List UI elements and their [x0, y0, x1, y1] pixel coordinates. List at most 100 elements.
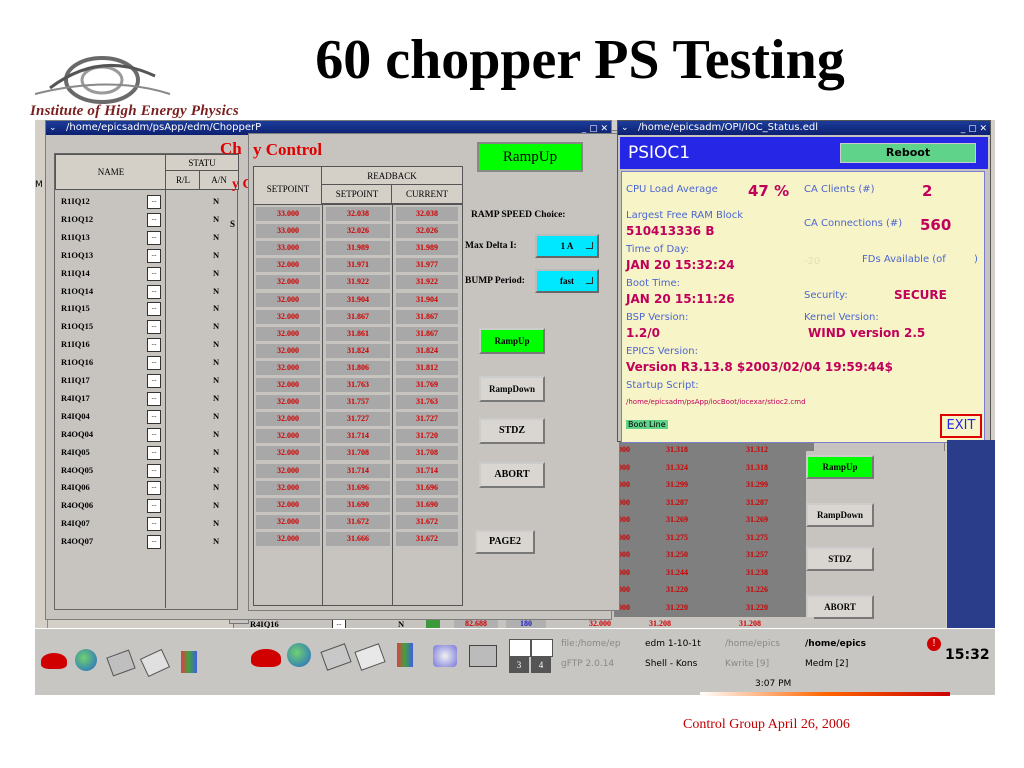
an-status: N [213, 482, 220, 493]
readback-row: 32.000 31.714 31.720 [254, 429, 462, 444]
details-button[interactable]: ... [147, 535, 161, 550]
ram-label: Largest Free RAM Block [626, 210, 744, 221]
back-row-current: 31.208 [739, 619, 761, 628]
pager-cell-4[interactable]: 4 [531, 657, 551, 673]
office-icon[interactable] [181, 651, 197, 673]
alert-icon[interactable]: ! [927, 637, 941, 651]
details-button[interactable]: ... [147, 481, 161, 496]
redhat-icon[interactable] [41, 653, 67, 669]
boot-value: JAN 20 15:11:26 [626, 292, 735, 306]
details-button[interactable]: ... [147, 499, 161, 514]
editor-icon[interactable] [139, 648, 171, 678]
fds-value: -20 [804, 256, 821, 267]
cd-icon[interactable] [433, 645, 457, 667]
editor-icon[interactable] [354, 643, 386, 671]
details-button[interactable]: ... [147, 230, 161, 245]
pager-cell-3[interactable]: 3 [509, 657, 529, 673]
ioc-window-titlebar[interactable]: /home/epicsadm/OPI/IOC_Status.edl _ ▢ ✕ [618, 121, 990, 135]
readback-setpoint-value: 31.714 [326, 429, 390, 444]
details-button[interactable]: ... [147, 195, 161, 209]
back-current-value: 31.312 [746, 445, 768, 454]
abort-button[interactable]: ABORT [479, 462, 545, 488]
back-row-value1: 82.688 [454, 619, 498, 628]
details-button[interactable]: ... [147, 248, 161, 263]
browser-globe-icon[interactable] [287, 643, 311, 667]
task-epics-window[interactable]: /home/epics [725, 639, 797, 649]
details-button[interactable]: ... [147, 338, 161, 353]
s-label-fragment: S [230, 219, 236, 229]
an-status: N [213, 231, 220, 242]
bsp-value: 1.2/0 [626, 326, 660, 340]
window-menu-icon[interactable]: ⌄ [49, 122, 57, 133]
exit-button[interactable]: EXIT [940, 414, 982, 438]
readback-setpoint-value: 31.922 [326, 275, 390, 290]
task-shell[interactable]: Shell - Kons [645, 659, 717, 669]
details-button[interactable]: ... [147, 391, 161, 406]
ps-name: R1IQ16 [61, 339, 90, 350]
boot-line-button[interactable]: Boot Line [626, 420, 668, 429]
rb-current-header: CURRENT [391, 184, 463, 204]
window-controls[interactable]: _ ▢ ✕ [961, 122, 987, 136]
details-button[interactable]: ... [147, 356, 161, 371]
ps-name: R1IQ15 [61, 303, 90, 314]
back-rampup-button[interactable]: RampUp [806, 455, 874, 479]
task-kwrite[interactable]: Kwrite [9] [725, 659, 797, 669]
rampup-top-button[interactable]: RampUp [477, 142, 583, 172]
back-rampdown-button[interactable]: RampDown [806, 503, 874, 527]
details-button[interactable]: ... [147, 409, 161, 424]
ps-name: R4OQ06 [61, 500, 94, 511]
stdz-button[interactable]: STDZ [479, 418, 545, 444]
printer-icon[interactable] [469, 645, 497, 667]
name-row: R1OQ15... N [55, 319, 237, 335]
details-button[interactable]: ... [147, 463, 161, 478]
time-label: Time of Day: [626, 244, 689, 255]
task-gftp[interactable]: gFTP 2.0.14 [561, 659, 637, 669]
readback-current-value: 32.026 [396, 224, 458, 239]
max-delta-select[interactable]: 1 A [535, 234, 599, 258]
mail-icon[interactable] [106, 649, 136, 677]
back-readback-row: 000 31.269 31.269 [614, 515, 814, 529]
office-icon[interactable] [397, 643, 413, 667]
task-epics-window-2[interactable]: /home/epics [805, 639, 877, 649]
cpu-label: CPU Load Average [626, 184, 718, 195]
details-button[interactable]: ... [147, 517, 161, 532]
details-button[interactable]: ... [147, 284, 161, 299]
logo-text: Institute of High Energy Physics [30, 103, 239, 119]
rampup-button[interactable]: RampUp [479, 328, 545, 354]
back-readback-row: 000 31.275 31.275 [614, 533, 814, 547]
bump-period-select[interactable]: fast [535, 269, 599, 293]
readback-current-value: 31.708 [396, 446, 458, 461]
epics-label: EPICS Version: [626, 346, 698, 357]
ps-name: R4IQ05 [61, 446, 90, 457]
readback-setpoint-value: 31.690 [326, 497, 390, 512]
page2-button[interactable]: PAGE2 [475, 530, 535, 554]
ioc-name: PSIOC1 [628, 143, 691, 163]
details-button[interactable]: ... [147, 320, 161, 335]
details-button[interactable]: ... [147, 445, 161, 460]
an-status: N [213, 339, 220, 350]
clock-secondary: 3:07 PM [755, 679, 792, 689]
browser-globe-icon[interactable] [75, 649, 97, 671]
back-readback-row: 000 31.244 31.238 [614, 568, 814, 582]
details-button[interactable]: ... [147, 212, 161, 227]
back-readback-value: 31.250 [666, 550, 688, 559]
rampdown-button[interactable]: RampDown [479, 376, 545, 402]
details-button[interactable]: ... [147, 266, 161, 281]
window-menu-icon[interactable]: ⌄ [621, 122, 629, 133]
back-abort-button[interactable]: ABORT [806, 595, 874, 619]
pager-cell-1[interactable] [509, 639, 531, 657]
setpoint-value: 32.000 [256, 378, 320, 392]
back-stdz-button[interactable]: STDZ [806, 547, 874, 571]
reboot-button[interactable]: Reboot [840, 143, 976, 163]
task-edm[interactable]: edm 1-10-1t [645, 639, 717, 649]
mail-icon[interactable] [320, 643, 352, 671]
details-button[interactable]: ... [147, 427, 161, 442]
details-button[interactable]: ... [147, 302, 161, 317]
redhat-icon[interactable] [251, 649, 281, 667]
chopper-heading: Ch [220, 139, 242, 158]
details-button[interactable]: ... [147, 374, 161, 388]
task-file-browser[interactable]: file:/home/ep [561, 639, 637, 649]
name-row: R4IQ07... N [55, 516, 237, 532]
pager-cell-2[interactable] [531, 639, 553, 657]
task-medm[interactable]: Medm [2] [805, 659, 877, 669]
